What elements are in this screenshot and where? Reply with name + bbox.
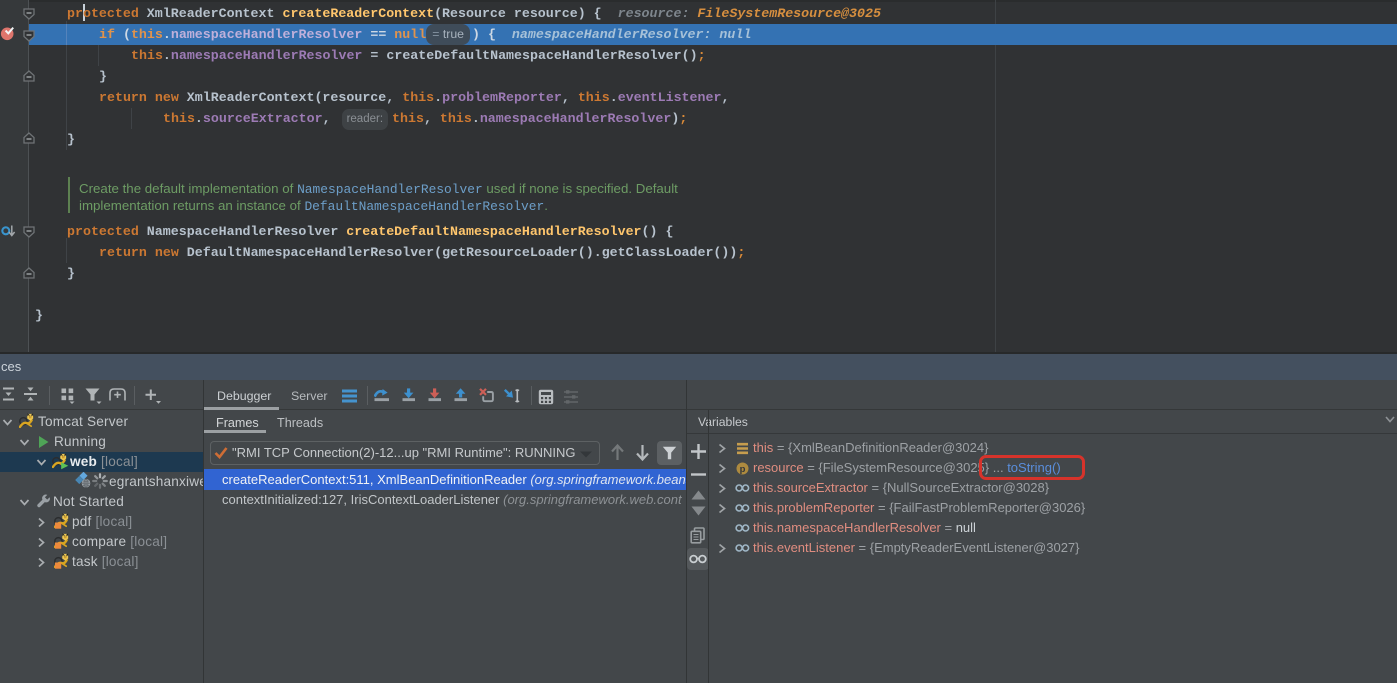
svg-text:p: p — [740, 464, 746, 475]
